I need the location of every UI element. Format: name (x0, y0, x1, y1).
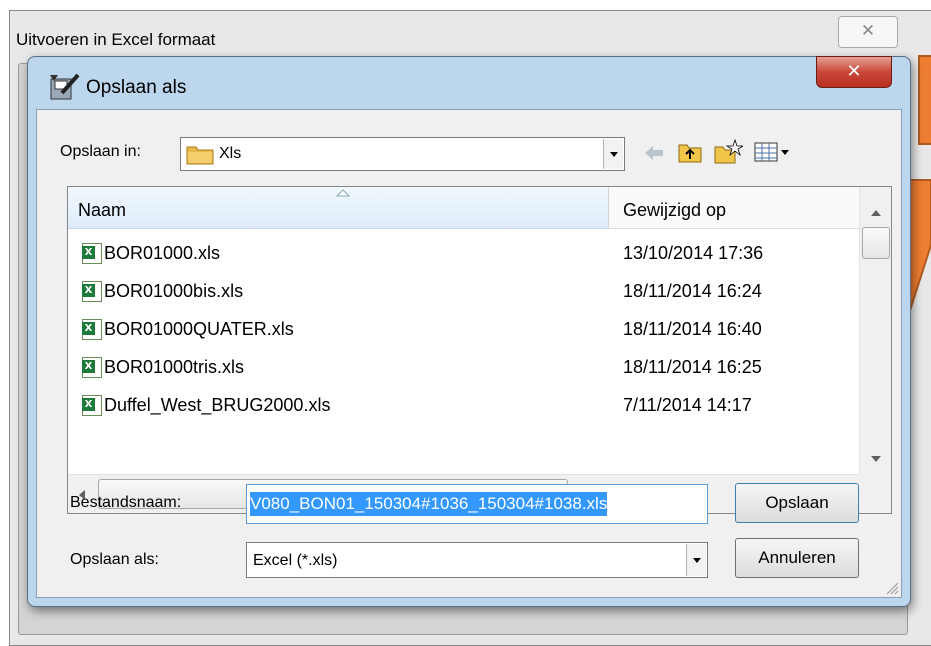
file-name: BOR01000.xls (104, 243, 221, 263)
up-folder-icon[interactable] (677, 140, 703, 164)
filetype-value: Excel (*.xls) (253, 552, 338, 569)
sort-up-icon (336, 189, 350, 197)
scroll-corner (859, 474, 891, 513)
excel-file-icon: X (82, 357, 102, 378)
file-list[interactable]: Naam Gewijzigd op X BOR01000.xls 13/10/2… (67, 186, 892, 514)
filetype-combo[interactable]: Excel (*.xls) (246, 542, 708, 578)
scroll-up-icon[interactable] (870, 209, 882, 217)
scroll-down-icon[interactable] (870, 455, 882, 463)
back-arrow-icon[interactable] (643, 143, 665, 163)
save-as-icon (50, 73, 80, 100)
file-row[interactable]: X BOR01000.xls 13/10/2014 17:36 (68, 235, 860, 273)
excel-file-icon: X (82, 281, 102, 302)
excel-file-icon: X (82, 243, 102, 264)
column-header-modified[interactable]: Gewijzigd op (609, 187, 860, 229)
excel-file-icon: X (82, 395, 102, 416)
column-modified-label: Gewijzigd op (623, 200, 727, 220)
file-modified: 13/10/2014 17:36 (623, 243, 764, 263)
chevron-down-icon[interactable] (686, 544, 706, 576)
file-row[interactable]: X BOR01000tris.xls 18/11/2014 16:25 (68, 349, 860, 387)
save-in-combo[interactable]: Xls (180, 137, 625, 171)
save-in-label: Opslaan in: (60, 143, 141, 160)
list-header: Naam Gewijzigd op (68, 187, 860, 229)
cancel-button[interactable]: Annuleren (735, 538, 859, 578)
file-modified: 7/11/2014 14:17 (623, 395, 752, 415)
dialog-body: Opslaan in: Xls Naam Gewijzigd op X BOR0… (36, 109, 902, 598)
dialog-title: Opslaan als (86, 77, 187, 98)
filetype-label: Opslaan als: (70, 551, 159, 568)
file-row[interactable]: X BOR01000QUATER.xls 18/11/2014 16:40 (68, 311, 860, 349)
file-name: BOR01000tris.xls (104, 357, 245, 377)
view-menu-icon[interactable] (753, 140, 793, 164)
file-row[interactable]: X Duffel_West_BRUG2000.xls 7/11/2014 14:… (68, 387, 860, 425)
column-name-label: Naam (78, 200, 127, 220)
file-modified: 18/11/2014 16:24 (623, 281, 762, 301)
filename-value: V080_BON01_150304#1036_150304#1038.xls (250, 492, 608, 516)
save-as-dialog: Opslaan als ✕ Opslaan in: Xls Naam Gewij… (27, 56, 911, 607)
file-row[interactable]: X BOR01000bis.xls 18/11/2014 16:24 (68, 273, 860, 311)
file-name: BOR01000QUATER.xls (104, 319, 294, 339)
filename-label: Bestandsnaam: (70, 494, 182, 511)
resize-grip-icon[interactable] (883, 579, 899, 595)
dialog-close-button[interactable]: ✕ (816, 56, 892, 88)
file-modified: 18/11/2014 16:25 (623, 357, 762, 377)
save-button[interactable]: Opslaan (735, 483, 859, 523)
file-modified: 18/11/2014 16:40 (623, 319, 762, 339)
file-name: Duffel_West_BRUG2000.xls (104, 395, 331, 415)
file-name: BOR01000bis.xls (104, 281, 244, 301)
chevron-down-icon[interactable] (603, 139, 623, 169)
save-in-value: Xls (219, 145, 242, 162)
column-header-name[interactable]: Naam (68, 187, 609, 229)
vertical-scroll-thumb[interactable] (862, 227, 890, 259)
new-folder-icon[interactable] (713, 138, 743, 164)
filename-input[interactable]: V080_BON01_150304#1036_150304#1038.xls (246, 484, 708, 524)
folder-icon (186, 146, 214, 165)
excel-file-icon: X (82, 319, 102, 340)
vertical-scrollbar[interactable] (859, 187, 891, 475)
